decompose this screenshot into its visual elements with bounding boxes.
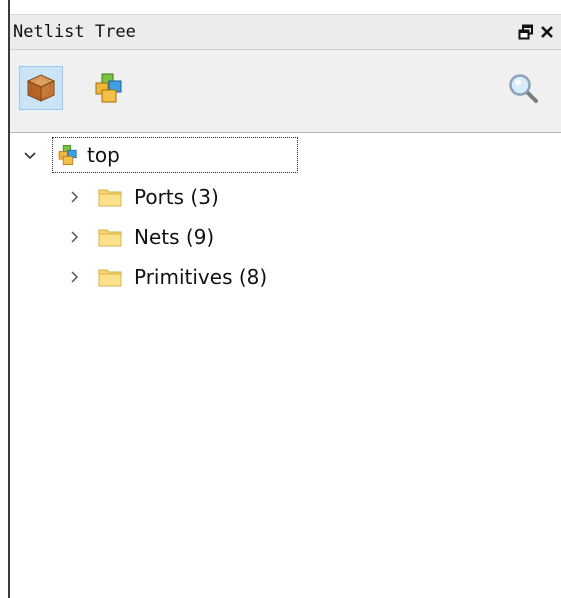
tree-item-label: Primitives (8): [134, 265, 268, 289]
tree-item-label: Ports (3): [134, 185, 219, 209]
cells-view-button[interactable]: [87, 66, 131, 110]
colored-cubes-icon: [58, 145, 77, 165]
chevron-down-icon[interactable]: [22, 147, 38, 163]
netlist-tree: top Ports (3) Nets (9) Primitives (8): [10, 133, 561, 598]
float-window-icon: [518, 24, 533, 40]
tree-item-ports[interactable]: Ports (3): [66, 181, 219, 213]
chevron-right-icon[interactable]: [66, 269, 82, 285]
tree-root-label: top: [87, 143, 120, 167]
tree-root-item[interactable]: top: [52, 137, 298, 173]
folder-icon: [98, 189, 122, 207]
close-button[interactable]: [537, 21, 557, 43]
titlebar-buttons: [515, 21, 557, 43]
tree-item-nets[interactable]: Nets (9): [66, 221, 214, 253]
search-button[interactable]: [501, 66, 545, 110]
package-cube-icon: [26, 74, 56, 102]
float-window-button[interactable]: [515, 21, 537, 43]
panel-titlebar: Netlist Tree: [10, 15, 561, 50]
top-strip: [10, 0, 561, 15]
panel-title: Netlist Tree: [13, 22, 136, 42]
tree-item-primitives[interactable]: Primitives (8): [66, 261, 267, 293]
close-icon: [541, 26, 553, 38]
tree-item-label: Nets (9): [134, 225, 215, 249]
tree-root-row[interactable]: top: [22, 137, 298, 173]
chevron-right-icon[interactable]: [66, 229, 82, 245]
hierarchy-view-button[interactable]: [19, 66, 63, 110]
toolbar: [10, 50, 561, 133]
folder-icon: [98, 229, 122, 247]
folder-icon: [98, 269, 122, 287]
magnifier-icon: [509, 74, 538, 103]
chevron-right-icon[interactable]: [66, 189, 82, 205]
colored-cubes-icon: [95, 73, 122, 103]
